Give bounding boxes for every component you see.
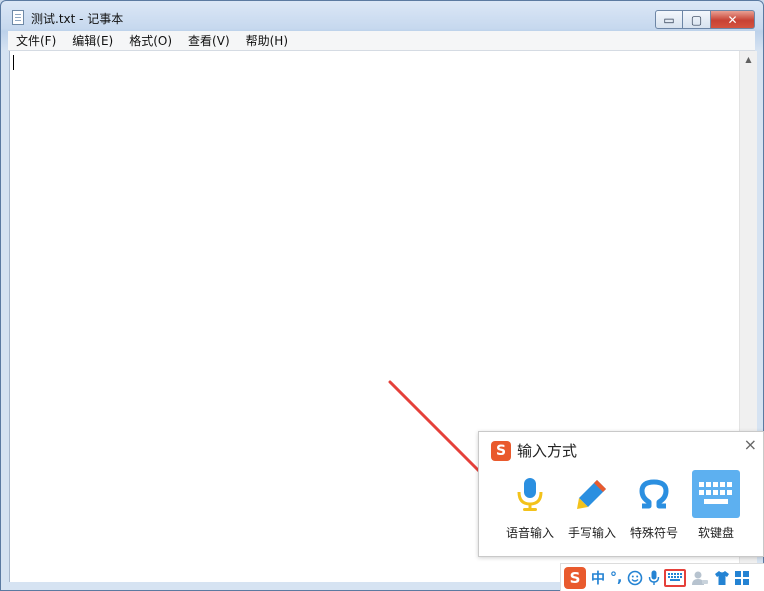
menu-help[interactable]: 帮助(H)	[238, 31, 296, 50]
text-caret	[13, 55, 14, 70]
menu-file[interactable]: 文件(F)	[8, 31, 64, 50]
keyboard-icon	[692, 470, 740, 518]
input-tools: 语音输入 手写输入 特殊符号 软键盘	[479, 470, 764, 541]
scroll-up-button[interactable]: ▲	[740, 51, 757, 68]
voice-input-label: 语音输入	[505, 526, 554, 540]
grid-icon[interactable]	[735, 570, 750, 585]
window-controls: ▭ ▢ ✕	[655, 10, 755, 30]
maximize-icon: ▢	[690, 12, 703, 27]
omega-icon	[630, 470, 678, 518]
document-icon[interactable]	[12, 10, 24, 25]
chinese-mode-toggle[interactable]: 中	[591, 568, 605, 588]
panel-close-icon[interactable]: ×	[744, 435, 757, 454]
voice-input-button[interactable]: 语音输入	[499, 470, 561, 541]
special-symbols-label: 特殊符号	[629, 526, 678, 540]
menu-format[interactable]: 格式(O)	[121, 31, 180, 50]
ime-status-bar: S 中 °,	[560, 563, 764, 591]
keyboard-icon[interactable]	[664, 568, 687, 587]
sogou-logo-icon: S	[491, 441, 511, 461]
shirt-icon[interactable]	[714, 570, 730, 586]
microphone-icon	[506, 470, 554, 518]
menu-bar: 文件(F) 编辑(E) 格式(O) 查看(V) 帮助(H)	[8, 31, 755, 51]
input-method-title: 输入方式	[517, 442, 578, 460]
input-method-panel: S 输入方式 × 语音输入 手写输入 特殊符号 软键盘	[478, 431, 764, 557]
user-icon[interactable]	[691, 570, 709, 586]
handwriting-input-button[interactable]: 手写输入	[561, 470, 623, 541]
minimize-button[interactable]: ▭	[655, 10, 683, 29]
title-bar[interactable]: 测试.txt - 记事本 ▭ ▢ ✕	[1, 1, 763, 31]
pencil-icon	[568, 470, 616, 518]
special-symbols-button[interactable]: 特殊符号	[623, 470, 685, 541]
window-title: 测试.txt - 记事本	[31, 12, 124, 26]
maximize-button[interactable]: ▢	[683, 10, 711, 29]
soft-keyboard-button[interactable]: 软键盘	[685, 470, 747, 541]
close-button[interactable]: ✕	[711, 10, 755, 29]
punctuation-toggle[interactable]: °,	[610, 570, 622, 586]
handwriting-input-label: 手写输入	[567, 526, 616, 540]
chevron-up-icon: ▲	[745, 55, 752, 64]
sogou-logo-icon[interactable]: S	[564, 566, 586, 589]
smiley-icon[interactable]	[627, 570, 643, 586]
close-icon: ✕	[727, 12, 738, 27]
menu-edit[interactable]: 编辑(E)	[64, 31, 121, 50]
soft-keyboard-label: 软键盘	[697, 526, 734, 540]
microphone-icon[interactable]	[648, 570, 660, 586]
menu-view[interactable]: 查看(V)	[180, 31, 238, 50]
minimize-icon: ▭	[663, 12, 675, 27]
